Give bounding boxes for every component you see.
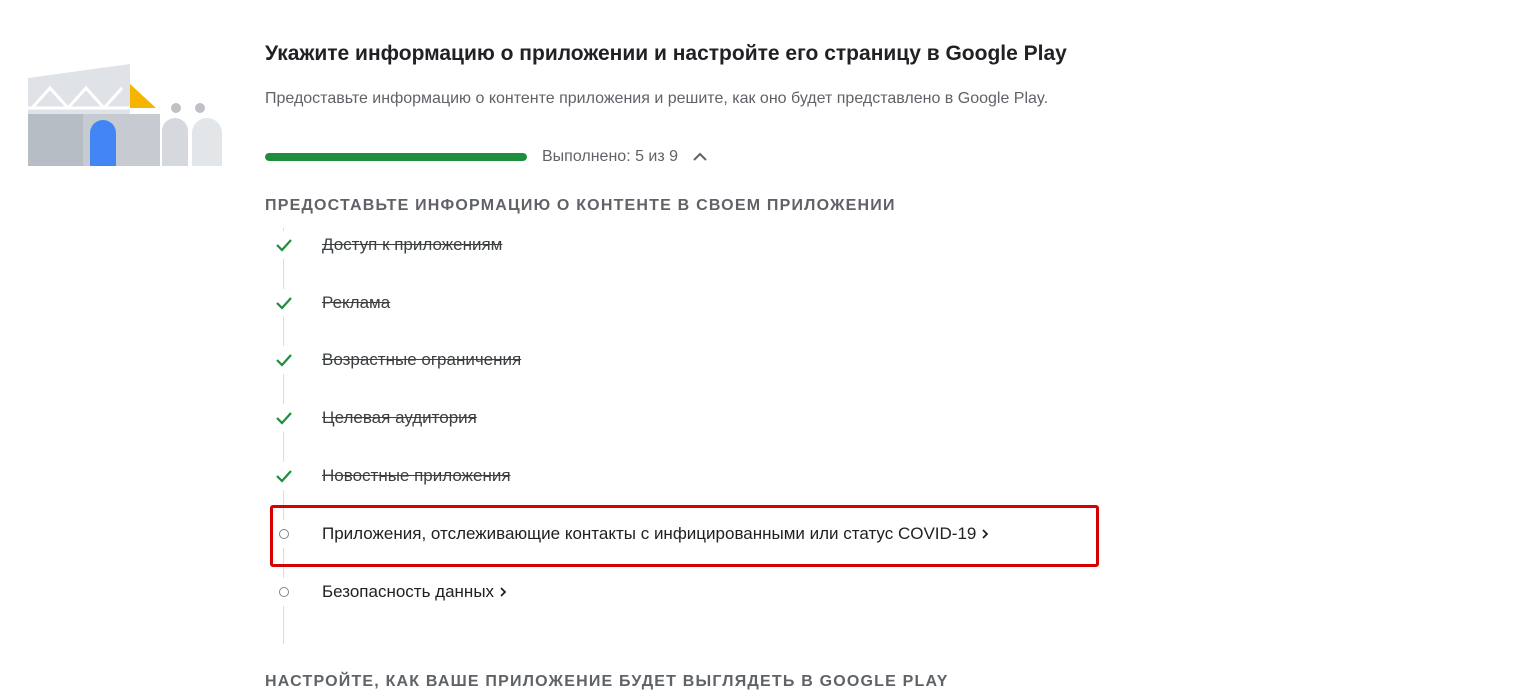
chevron-right-icon — [498, 586, 508, 598]
section-heading-content-info: ПРЕДОСТАВЬТЕ ИНФОРМАЦИЮ О КОНТЕНТЕ В СВО… — [265, 197, 896, 214]
check-icon — [270, 231, 298, 259]
highlight-box — [270, 505, 1099, 567]
section-heading-store-presence: НАСТРОЙТЕ, КАК ВАШЕ ПРИЛОЖЕНИЕ БУДЕТ ВЫГ… — [265, 673, 949, 690]
progress-indicator: Выполнено: 5 из 9 — [265, 146, 710, 168]
page-title: Укажите информацию о приложении и настро… — [265, 42, 1067, 65]
check-icon — [270, 346, 298, 374]
task-data-safety[interactable]: Безопасность данных — [270, 577, 508, 607]
check-icon — [270, 462, 298, 490]
task-label: Новостные приложения — [322, 466, 511, 485]
check-icon — [270, 404, 298, 432]
task-ads[interactable]: Реклама — [270, 288, 390, 318]
page-subtitle: Предоставьте информацию о контенте прило… — [265, 90, 1049, 107]
check-icon — [270, 289, 298, 317]
task-label: Безопасность данных — [322, 582, 495, 601]
task-news-apps[interactable]: Новостные приложения — [270, 461, 511, 491]
circle-icon — [270, 578, 298, 606]
task-label: Доступ к приложениям — [322, 235, 503, 254]
progress-bar — [265, 153, 527, 161]
chevron-up-icon[interactable] — [690, 147, 710, 167]
task-content-rating[interactable]: Возрастные ограничения — [270, 345, 521, 375]
progress-label: Выполнено: 5 из 9 — [542, 148, 679, 165]
task-label: Целевая аудитория — [322, 408, 477, 427]
app-content-illustration — [28, 64, 222, 166]
progress-bar-fill — [265, 153, 527, 161]
task-label: Реклама — [322, 293, 391, 312]
task-label: Возрастные ограничения — [322, 350, 522, 369]
task-app-access[interactable]: Доступ к приложениям — [270, 230, 502, 260]
task-target-audience[interactable]: Целевая аудитория — [270, 403, 477, 433]
